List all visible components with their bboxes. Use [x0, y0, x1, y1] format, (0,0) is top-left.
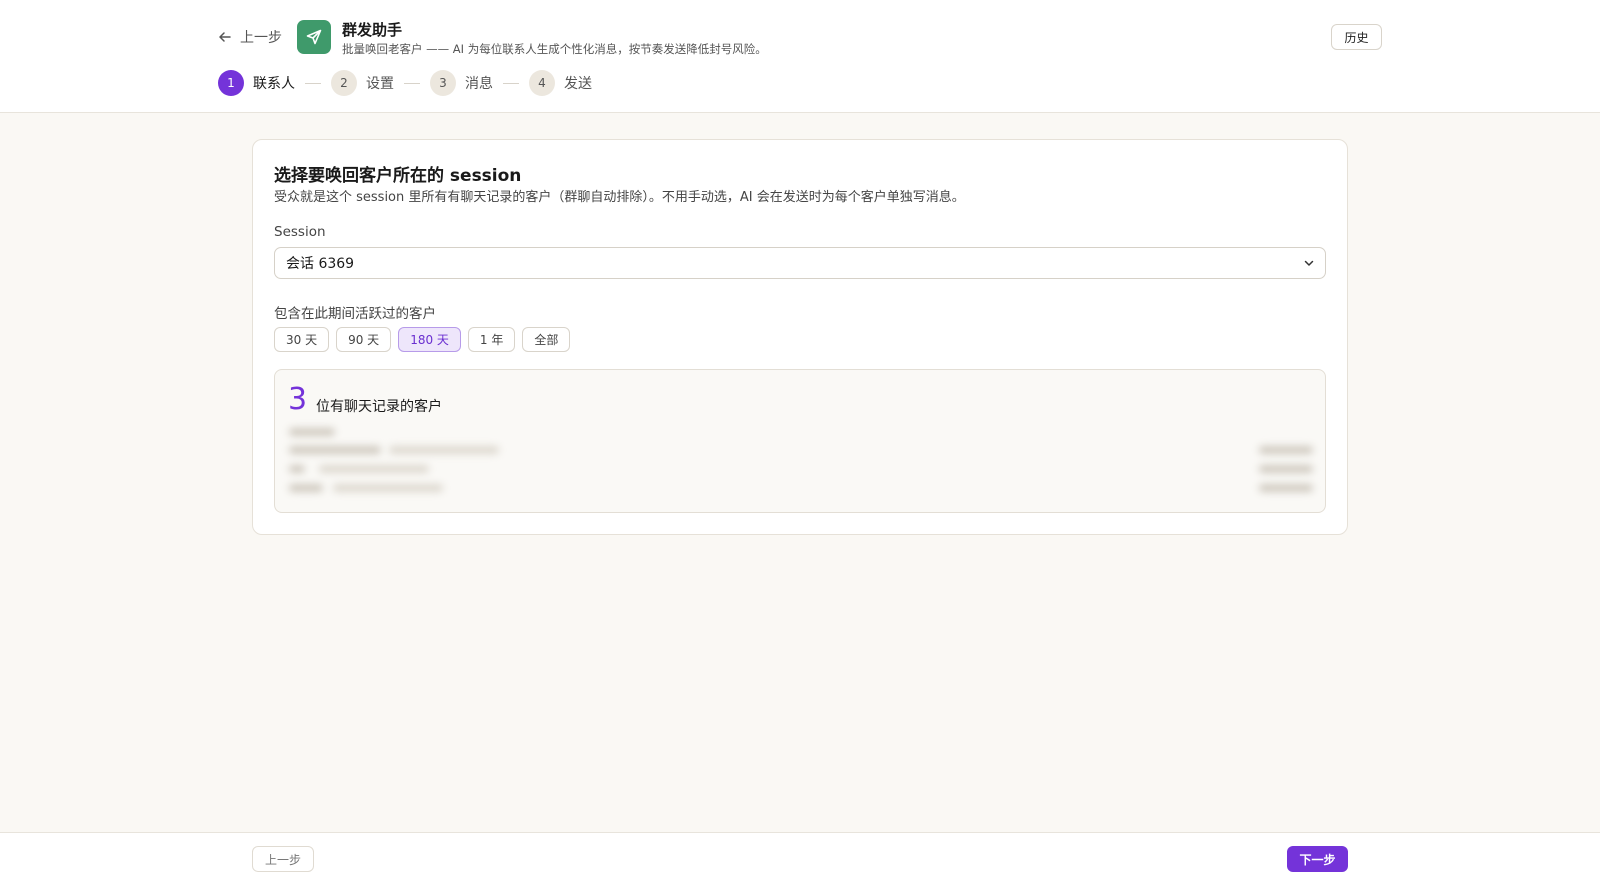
next-step-button[interactable]: 下一步	[1287, 846, 1348, 872]
customer-count-panel: 3 位有聊天记录的客户	[274, 369, 1326, 513]
step-label: 发送	[564, 76, 592, 92]
step-number: 3	[430, 70, 456, 96]
send-icon	[306, 29, 322, 45]
step-send[interactable]: 4 发送	[529, 70, 592, 96]
blurred-row	[333, 484, 443, 492]
activity-range-label: 包含在此期间活跃过的客户	[274, 306, 436, 322]
step-separator	[503, 82, 519, 84]
app-subtitle: 批量唤回老客户 —— AI 为每位联系人生成个性化消息，按节奏发送降低封号风险。	[342, 42, 767, 56]
range-option-180d[interactable]: 180 天	[398, 327, 461, 352]
blurred-row	[289, 428, 335, 436]
top-header: 上一步 群发助手 批量唤回老客户 —— AI 为每位联系人生成个性化消息，按节奏…	[0, 0, 1600, 113]
chevron-down-icon	[1304, 260, 1314, 266]
step-settings[interactable]: 2 设置	[331, 70, 394, 96]
range-option-30d[interactable]: 30 天	[274, 327, 330, 352]
history-button[interactable]: 历史	[1331, 24, 1382, 50]
customer-count: 3	[288, 382, 308, 417]
session-card: 选择要唤回客户所在的 session 受众就是这个 session 里所有有聊天…	[252, 139, 1348, 535]
range-option-1y[interactable]: 1 年	[467, 327, 516, 352]
step-message[interactable]: 3 消息	[430, 70, 493, 96]
blurred-customer-list	[289, 426, 1313, 506]
step-number: 2	[331, 70, 357, 96]
step-label: 联系人	[253, 76, 295, 92]
activity-range-options: 30 天 90 天 180 天 1 年 全部	[274, 327, 571, 352]
arrow-left-icon	[219, 32, 231, 42]
blurred-row	[1259, 446, 1313, 454]
step-label: 设置	[366, 76, 394, 92]
range-option-all[interactable]: 全部	[522, 327, 571, 352]
session-select-value: 会话 6369	[286, 256, 355, 272]
bottom-bar: 上一步 下一步	[0, 832, 1600, 884]
prev-step-button[interactable]: 上一步	[252, 846, 314, 872]
blurred-row	[289, 465, 305, 473]
blurred-row	[1259, 484, 1313, 492]
app-title: 群发助手	[342, 21, 403, 39]
step-label: 消息	[465, 76, 493, 92]
range-option-90d[interactable]: 90 天	[336, 327, 392, 352]
step-indicator: 1 联系人 2 设置 3 消息 4 发送	[218, 70, 592, 96]
card-description: 受众就是这个 session 里所有有聊天记录的客户（群聊自动排除）。不用手动选…	[274, 190, 965, 205]
step-separator	[305, 82, 321, 84]
session-field-label: Session	[274, 224, 326, 240]
blurred-row	[389, 446, 499, 454]
back-link[interactable]: 上一步	[218, 26, 282, 48]
card-title: 选择要唤回客户所在的 session	[274, 166, 522, 186]
blurred-row	[1259, 465, 1313, 473]
app-icon	[297, 20, 331, 54]
step-separator	[404, 82, 420, 84]
step-number: 4	[529, 70, 555, 96]
customer-count-label: 位有聊天记录的客户	[316, 399, 442, 415]
session-select[interactable]: 会话 6369	[274, 247, 1326, 279]
step-number: 1	[218, 70, 244, 96]
blurred-row	[289, 484, 323, 492]
back-link-label: 上一步	[240, 30, 282, 46]
step-contacts[interactable]: 1 联系人	[218, 70, 295, 96]
blurred-row	[319, 465, 429, 473]
blurred-row	[289, 446, 381, 454]
